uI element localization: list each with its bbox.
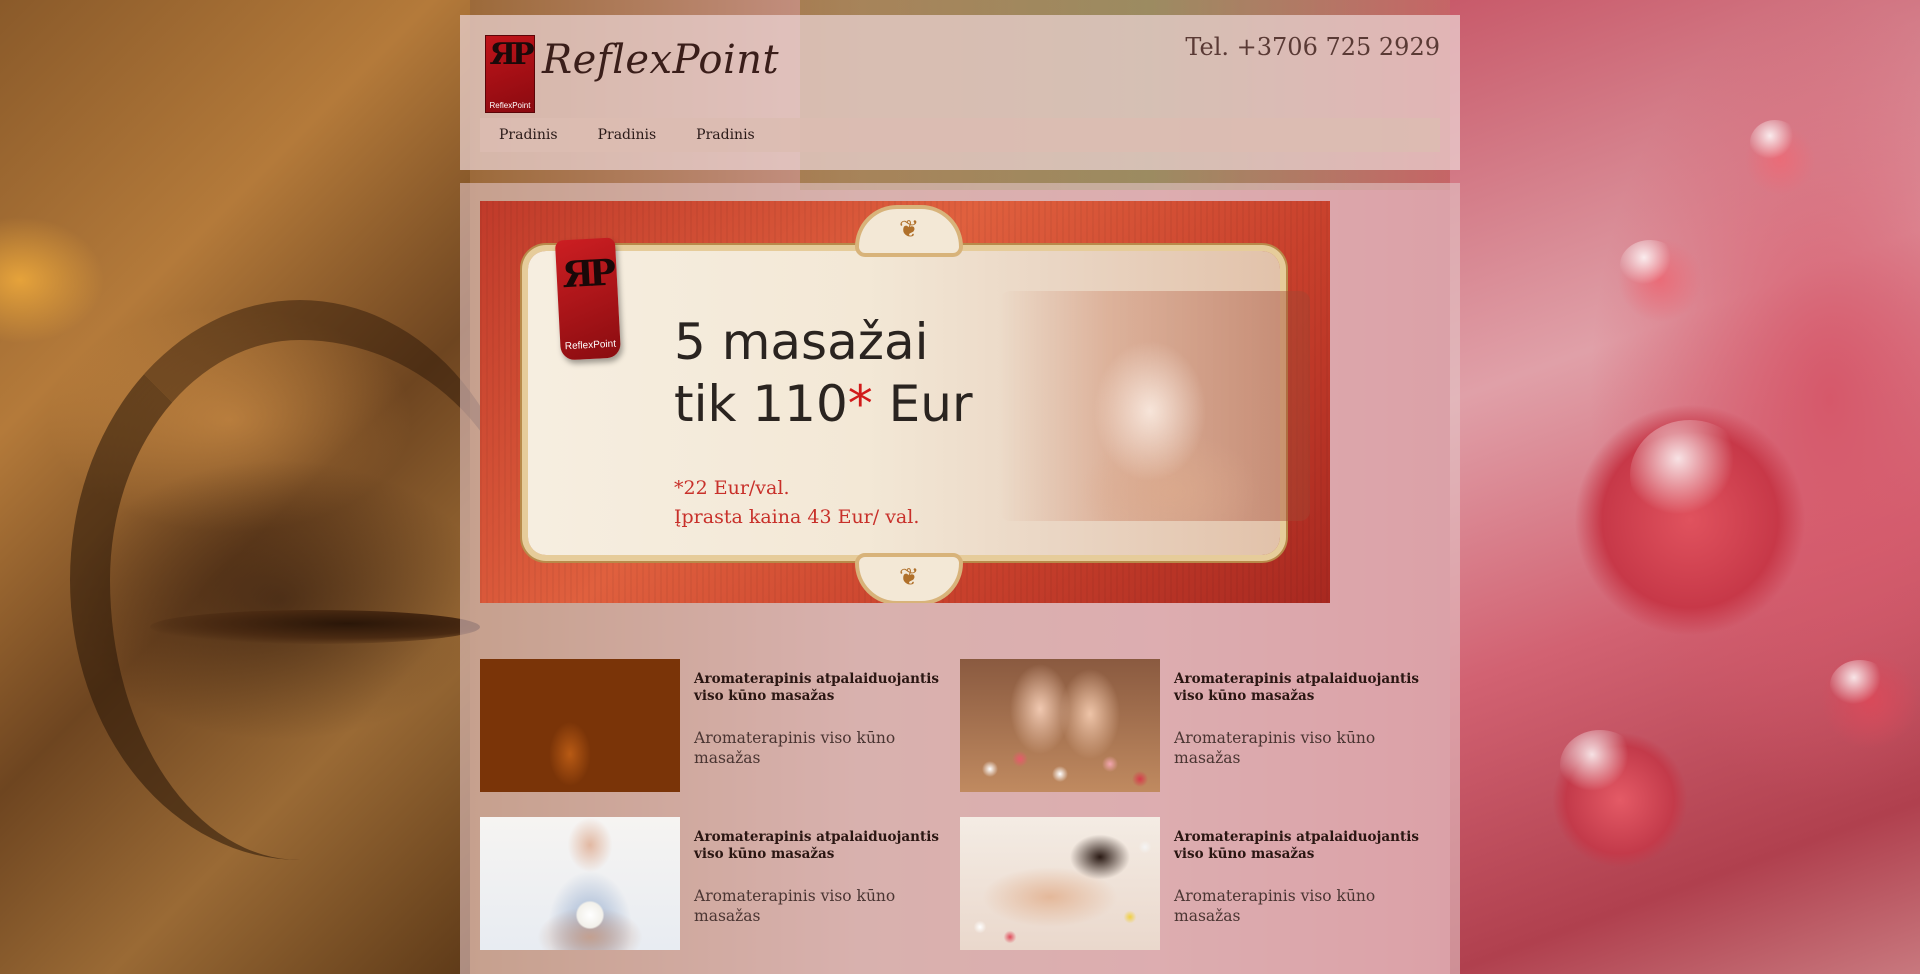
background-buddha-image: [0, 0, 530, 974]
ornament-icon: ❦: [855, 205, 963, 257]
service-title[interactable]: Aromaterapinis atpalaiduojantis viso kūn…: [1174, 829, 1434, 863]
logo-mark-icon: ЯP: [489, 37, 534, 72]
service-description: Aromaterapinis viso kūno masažas: [694, 729, 896, 767]
service-description: Aromaterapinis viso kūno masažas: [1174, 887, 1376, 925]
ornament-icon: ❦: [855, 553, 963, 603]
phone-number: Tel. +3706 725 2929: [1185, 33, 1440, 61]
service-title[interactable]: Aromaterapinis atpalaiduojantis viso kūn…: [694, 829, 954, 863]
main-content: ❦ ❦ ЯP ReflexPoint 5 masažai tik 110* Eu…: [460, 183, 1460, 974]
service-description: Aromaterapinis viso kūno masažas: [694, 887, 896, 925]
nav-item-pradinis-3[interactable]: Pradinis: [696, 127, 755, 143]
background-water-drops-image: [1450, 0, 1920, 974]
back-massage-image[interactable]: [960, 817, 1160, 950]
nav-item-pradinis-1[interactable]: Pradinis: [499, 127, 558, 143]
oil-bottles-image[interactable]: [480, 659, 680, 792]
service-description: Aromaterapinis viso kūno masažas: [1174, 729, 1376, 767]
service-title[interactable]: Aromaterapinis atpalaiduojantis viso kūn…: [1174, 671, 1434, 705]
woman-flower-image[interactable]: [480, 817, 680, 950]
service-card[interactable]: Aromaterapinis atpalaiduojantis viso kūn…: [960, 817, 1440, 951]
promo-banner[interactable]: ❦ ❦ ЯP ReflexPoint 5 masažai tik 110* Eu…: [480, 201, 1330, 603]
nav-item-pradinis-2[interactable]: Pradinis: [598, 127, 657, 143]
feet-petals-image[interactable]: [960, 659, 1160, 792]
promo-headline: 5 masažai tik 110* Eur: [674, 313, 973, 433]
service-title[interactable]: Aromaterapinis atpalaiduojantis viso kūn…: [694, 671, 954, 705]
service-card[interactable]: Aromaterapinis atpalaiduojantis viso kūn…: [480, 817, 960, 951]
massage-photo: [1000, 291, 1310, 521]
brand-name[interactable]: ReflexPoint: [542, 37, 779, 83]
service-card[interactable]: Aromaterapinis atpalaiduojantis viso kūn…: [960, 659, 1440, 793]
logo[interactable]: ЯP ReflexPoint: [485, 35, 535, 113]
main-nav: Pradinis Pradinis Pradinis: [480, 118, 1440, 152]
logo-mark-icon: ЯP: [561, 251, 613, 297]
site-header: ЯP ReflexPoint ReflexPoint Tel. +3706 72…: [460, 15, 1460, 170]
badge-logo: ЯP ReflexPoint: [554, 237, 622, 361]
service-card[interactable]: Aromaterapinis atpalaiduojantis viso kūn…: [480, 659, 960, 793]
promo-note: *22 Eur/val. Įprasta kaina 43 Eur/ val.: [674, 477, 920, 528]
